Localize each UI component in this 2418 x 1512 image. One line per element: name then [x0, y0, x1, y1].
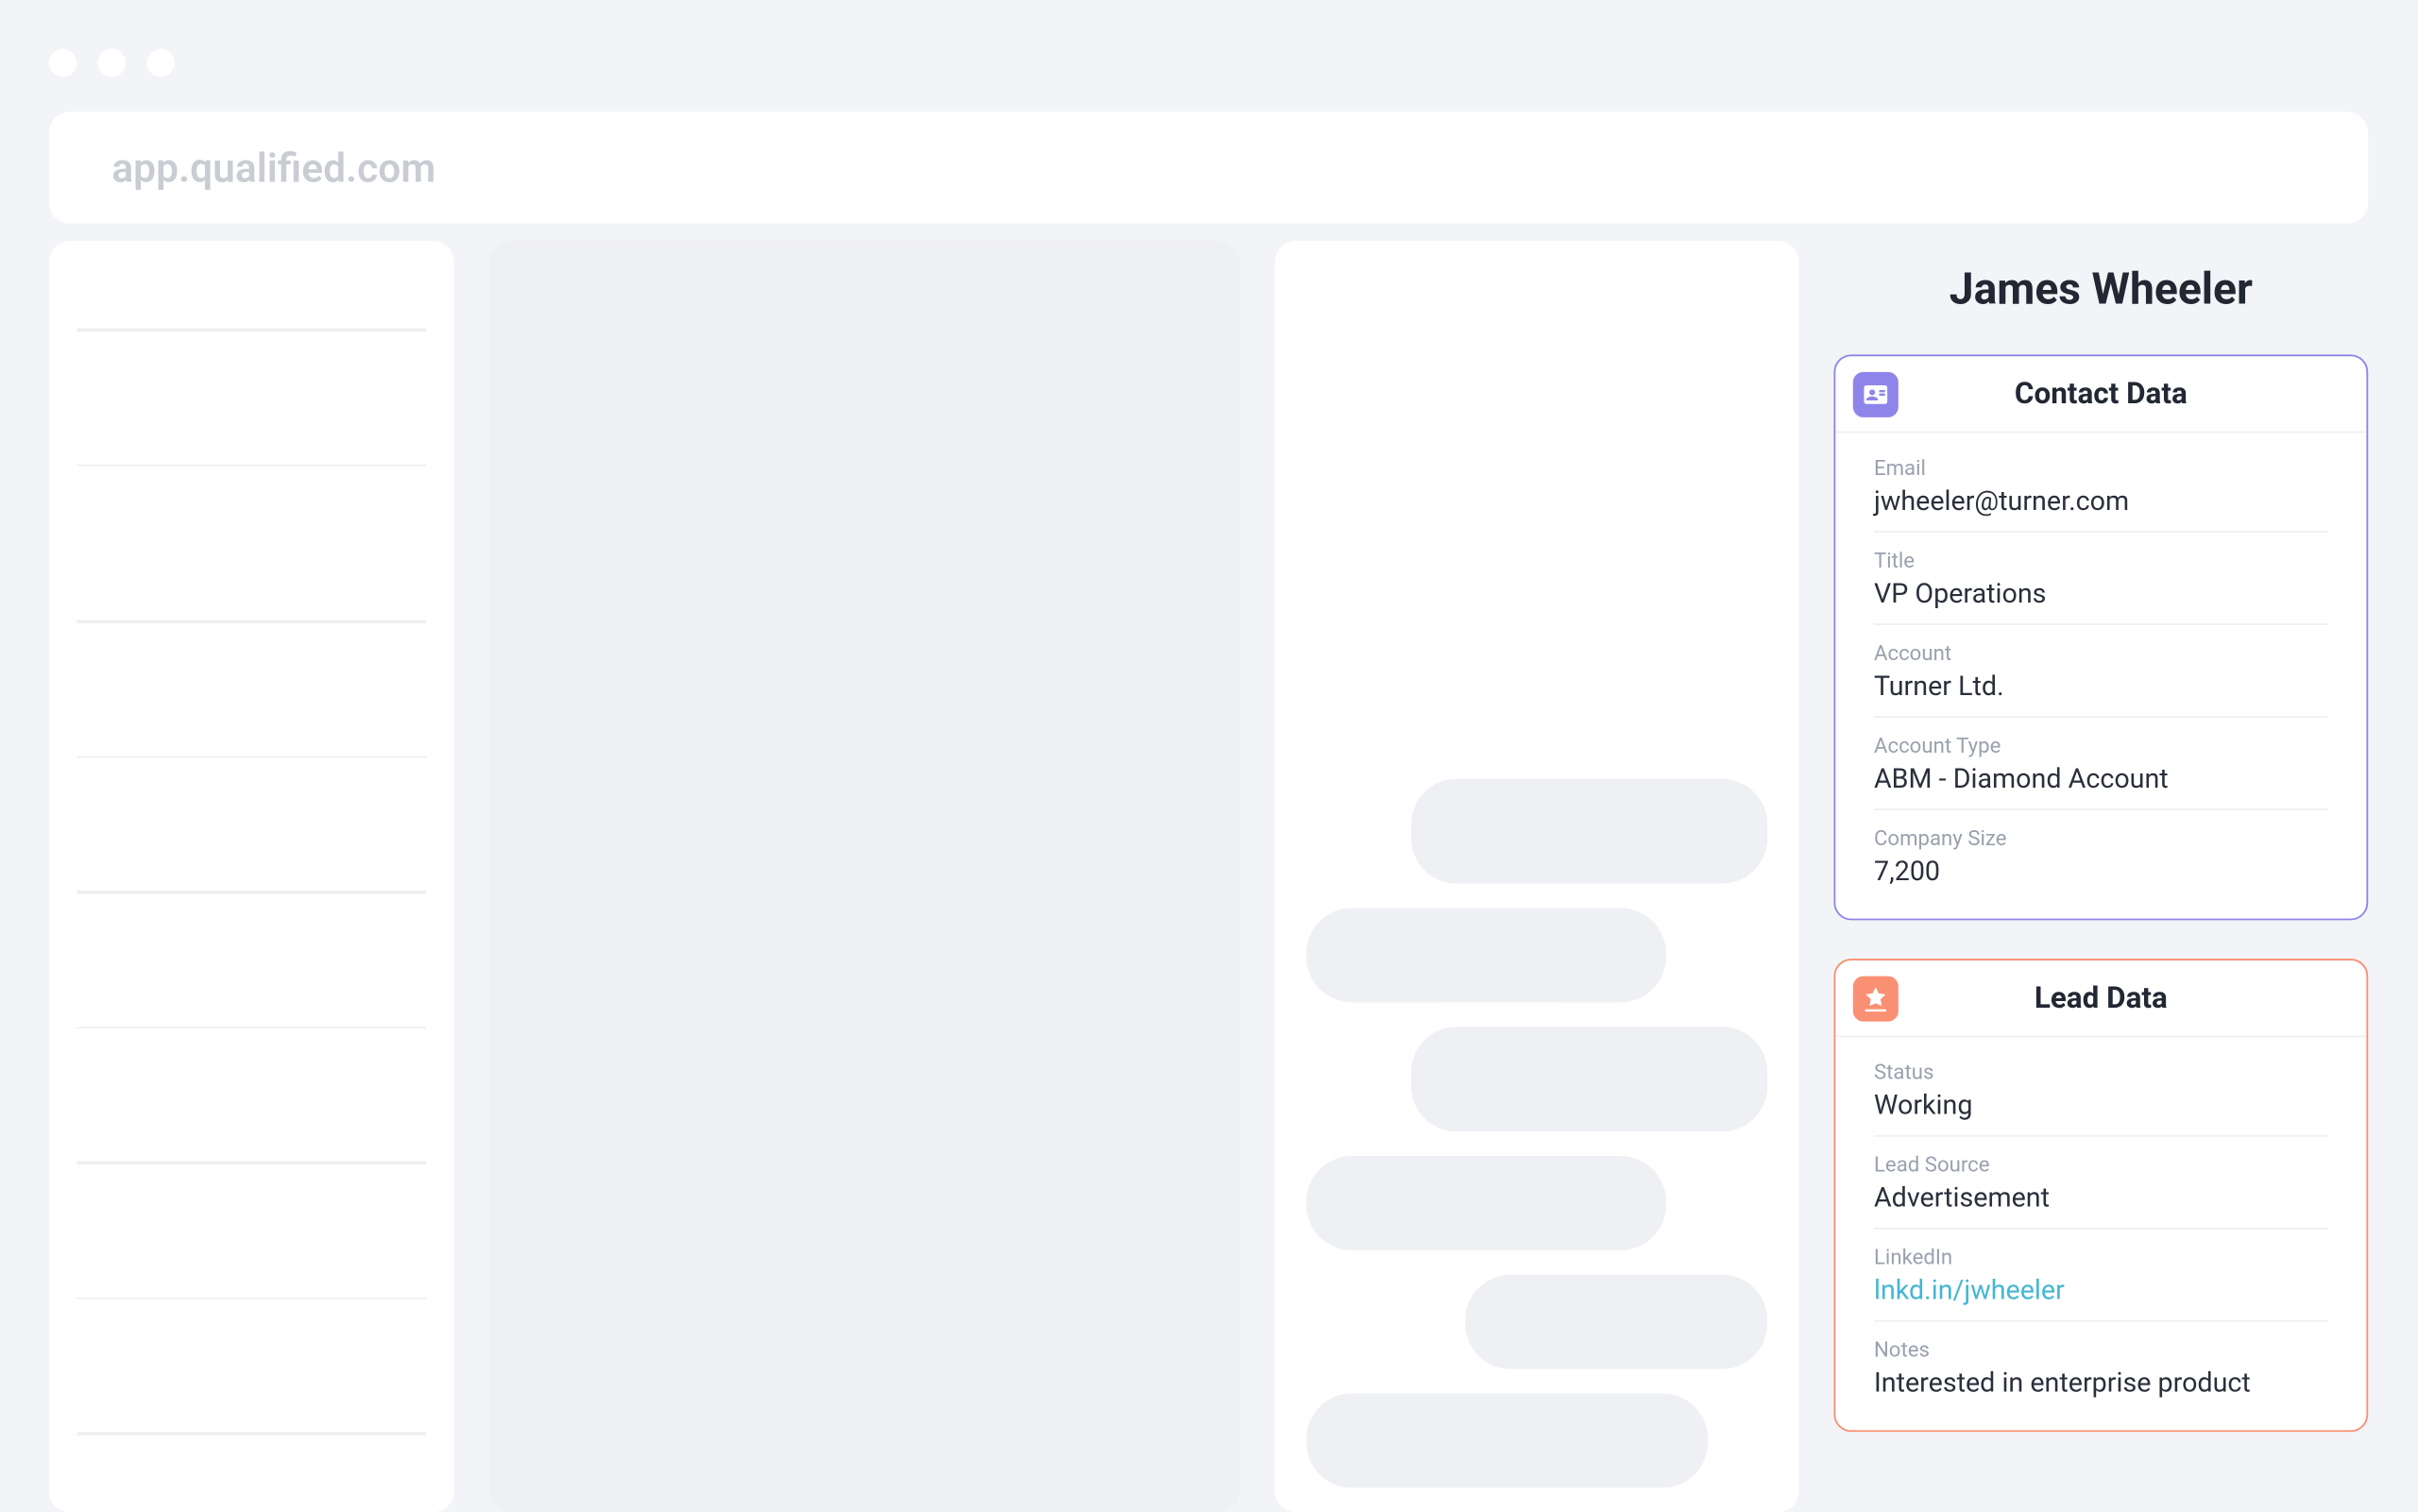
- sidebar-placeholder-line: [77, 1162, 426, 1164]
- field-notes: Notes Interested in enterprise product: [1874, 1322, 2328, 1413]
- field-email: Email jwheeler@turner.com: [1874, 440, 2328, 533]
- field-lead-source: Lead Source Advertisement: [1874, 1137, 2328, 1230]
- sidebar-placeholder-line: [77, 1026, 426, 1028]
- field-value: Advertisement: [1874, 1182, 2328, 1214]
- lead-data-card: Lead Data Status Working Lead Source Adv…: [1833, 959, 2368, 1432]
- field-label: Notes: [1874, 1337, 2328, 1362]
- field-value-link[interactable]: lnkd.in/jwheeler: [1874, 1275, 2328, 1306]
- field-label: Title: [1874, 549, 2328, 573]
- contact-data-body: Email jwheeler@turner.com Title VP Opera…: [1835, 433, 2366, 919]
- field-label: Company Size: [1874, 826, 2328, 851]
- sidebar-placeholder-line: [77, 620, 426, 622]
- sidebar-placeholder-line: [77, 1432, 426, 1435]
- lead-data-header: Lead Data: [1835, 960, 2366, 1037]
- center-panel: [489, 241, 1240, 1512]
- field-label: LinkedIn: [1874, 1245, 2328, 1269]
- field-title: Title VP Operations: [1874, 533, 2328, 625]
- field-label: Lead Source: [1874, 1152, 2328, 1177]
- contact-card-icon: [1853, 371, 1899, 416]
- sidebar-panel: [49, 241, 454, 1512]
- field-account-type: Account Type ABM - Diamond Account: [1874, 718, 2328, 810]
- chat-bubble: [1411, 1027, 1767, 1131]
- field-label: Email: [1874, 456, 2328, 481]
- visitor-name: James Wheeler: [1833, 241, 2368, 316]
- chat-bubble: [1411, 779, 1767, 884]
- field-label: Status: [1874, 1060, 2328, 1084]
- field-linkedin: LinkedIn lnkd.in/jwheeler: [1874, 1230, 2328, 1322]
- contact-data-card: Contact Data Email jwheeler@turner.com T…: [1833, 354, 2368, 920]
- chat-bubble: [1306, 1156, 1666, 1250]
- info-column: James Wheeler Contact Data Email jwheele…: [1833, 241, 2368, 1512]
- field-value: 7,200: [1874, 856, 2328, 887]
- sidebar-placeholder-line: [77, 1297, 426, 1300]
- field-label: Account: [1874, 641, 2328, 666]
- lead-data-body: Status Working Lead Source Advertisement…: [1835, 1037, 2366, 1430]
- field-value: Interested in enterprise product: [1874, 1368, 2328, 1399]
- traffic-light-dot: [146, 49, 175, 77]
- field-value: Turner Ltd.: [1874, 671, 2328, 702]
- field-value: Working: [1874, 1090, 2328, 1121]
- lead-data-title: Lead Data: [1853, 980, 2349, 1015]
- field-label: Account Type: [1874, 734, 2328, 758]
- url-text: app.qualified.com: [111, 144, 435, 192]
- contact-data-header: Contact Data: [1835, 356, 2366, 433]
- field-company-size: Company Size 7,200: [1874, 810, 2328, 901]
- sidebar-placeholder-line: [77, 464, 426, 467]
- traffic-light-dot: [49, 49, 77, 77]
- sidebar-placeholder-line: [77, 756, 426, 758]
- field-value: ABM - Diamond Account: [1874, 763, 2328, 794]
- field-value: VP Operations: [1874, 578, 2328, 609]
- chat-panel: [1275, 241, 1799, 1512]
- sidebar-placeholder-line: [77, 329, 426, 331]
- traffic-light-dot: [98, 49, 127, 77]
- chat-bubble: [1465, 1275, 1767, 1369]
- window-controls: [49, 49, 175, 77]
- url-bar[interactable]: app.qualified.com: [49, 111, 2368, 223]
- field-value: jwheeler@turner.com: [1874, 485, 2328, 517]
- contact-data-title: Contact Data: [1853, 376, 2349, 411]
- chat-bubble: [1306, 1394, 1708, 1488]
- sidebar-placeholder-line: [77, 891, 426, 893]
- lead-star-icon: [1853, 976, 1899, 1021]
- field-account: Account Turner Ltd.: [1874, 625, 2328, 718]
- field-status: Status Working: [1874, 1045, 2328, 1137]
- chat-bubble: [1306, 908, 1666, 1002]
